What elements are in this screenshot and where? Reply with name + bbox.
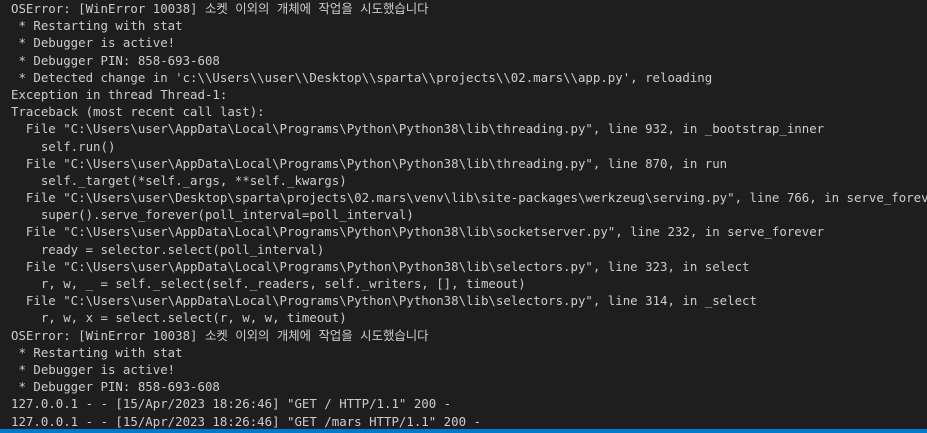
terminal-line: * Restarting with stat — [11, 344, 183, 360]
terminal-line: * Debugger PIN: 858-693-608 — [11, 379, 220, 395]
terminal-line: File "C:\Users\user\AppData\Local\Progra… — [11, 121, 825, 137]
terminal-line: * Restarting with stat — [11, 18, 183, 34]
status-bar-edge — [0, 429, 927, 433]
terminal-line: File "C:\Users\user\AppData\Local\Progra… — [11, 155, 728, 171]
terminal-line: File "C:\Users\user\AppData\Local\Progra… — [11, 258, 750, 274]
terminal-line: r, w, x = select.select(r, w, w, timeout… — [11, 310, 347, 326]
terminal-line: self._target(*self._args, **self._kwargs… — [11, 172, 347, 188]
terminal-line: * Debugger is active! — [11, 361, 176, 377]
terminal-panel[interactable]: OSError: [WinError 10038] 소켓 이외의 개체에 작업을… — [0, 0, 927, 433]
terminal-line: * Debugger PIN: 858-693-608 — [11, 52, 220, 68]
terminal-line: * Debugger is active! — [11, 35, 176, 51]
terminal-output: OSError: [WinError 10038] 소켓 이외의 개체에 작업을… — [11, 0, 927, 430]
terminal-line: File "C:\Users\user\Desktop\sparta\proje… — [11, 190, 927, 206]
terminal-line: self.run() — [11, 138, 116, 154]
terminal-line: r, w, _ = self._select(self._readers, se… — [11, 276, 526, 291]
terminal-line: super().serve_forever(poll_interval=poll… — [11, 207, 414, 223]
terminal-line: File "C:\Users\user\AppData\Local\Progra… — [11, 293, 757, 309]
terminal-line: 127.0.0.1 - - [15/Apr/2023 18:26:46] "GE… — [11, 396, 452, 412]
terminal-line: ready = selector.select(poll_interval) — [11, 241, 325, 257]
terminal-line: OSError: [WinError 10038] 소켓 이외의 개체에 작업을… — [11, 327, 429, 343]
terminal-line: OSError: [WinError 10038] 소켓 이외의 개체에 작업을… — [11, 1, 429, 16]
terminal-line: Exception in thread Thread-1: — [11, 86, 228, 102]
terminal-line: Traceback (most recent call last): — [11, 104, 265, 120]
terminal-line: 127.0.0.1 - - [15/Apr/2023 18:26:46] "GE… — [11, 413, 481, 429]
terminal-line: File "C:\Users\user\AppData\Local\Progra… — [11, 224, 825, 240]
terminal-line: * Detected change in 'c:\\Users\\user\\D… — [11, 69, 713, 85]
